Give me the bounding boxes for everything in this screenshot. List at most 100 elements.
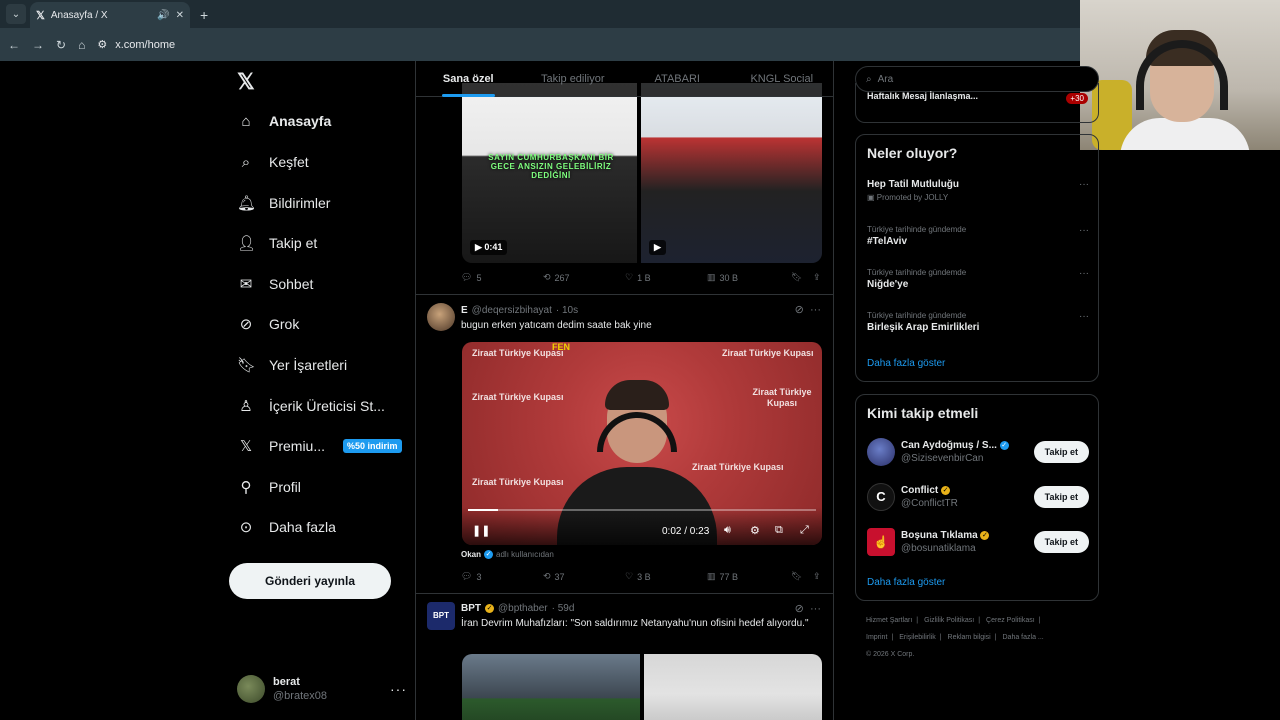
tweet1-video-right[interactable]: ▶ [641, 83, 822, 263]
tweet-time[interactable]: · 59d [552, 603, 575, 614]
nav-grok[interactable]: ⊘ Grok [237, 308, 300, 340]
nav-notifications[interactable]: 🔔︎ Bildirimler [237, 187, 330, 219]
nav-follow[interactable]: 👤︎ Takip et [237, 227, 317, 259]
suggestion-name[interactable]: Can Aydoğmuş / S... [901, 440, 997, 451]
tweet1-video-left[interactable]: SAYIN CUMHURBAŞKANI BİR GECE ANSIZIN GEL… [462, 83, 637, 263]
footer-link[interactable]: Çerez Politikası [986, 617, 1035, 624]
tweet-time[interactable]: · 10s [556, 305, 578, 316]
tweet2-menu[interactable]: ⊘ ··· [795, 303, 821, 316]
tweet-author-handle[interactable]: @bpthaber [498, 603, 548, 614]
suggestion-name[interactable]: Conflict [901, 485, 938, 496]
follow-suggestion[interactable]: C Conflict ✓ @ConflictTR Takip et [867, 481, 1089, 513]
fullscreen-icon[interactable]: ⤢ [800, 524, 809, 537]
nav-creator-studio[interactable]: ♙ İçerik Üreticisi St... [237, 390, 385, 422]
nav-explore[interactable]: ⌕ Keşfet [237, 146, 309, 178]
suggestion-handle[interactable]: @ConflictTR [901, 497, 1028, 510]
follow-button[interactable]: Takip et [1033, 531, 1089, 553]
grok-icon[interactable]: ⊘ [795, 603, 804, 615]
like-button[interactable]: ♡ 3 B [625, 571, 707, 582]
nav-more[interactable]: ⊙ Daha fazla [237, 511, 336, 543]
follow-suggestion[interactable]: ☝ Boşuna Tıklama ✓ @bosunatiklama Takip … [867, 526, 1089, 558]
url-field[interactable]: ⚙ x.com/home [97, 38, 175, 52]
suggestion-handle[interactable]: @bosunatiklama [901, 542, 1028, 555]
repost-button[interactable]: ⟲ 37 [543, 571, 625, 582]
footer-link[interactable]: Daha fazla ... [1003, 634, 1044, 641]
attribution-name[interactable]: Okan [461, 550, 481, 559]
home-browser-icon[interactable]: ⌂ [78, 38, 85, 52]
tweet-author-name[interactable]: E [461, 305, 468, 316]
more-dots-icon[interactable]: ··· [1079, 311, 1089, 322]
reload-icon[interactable]: ↻ [56, 38, 66, 52]
forward-icon[interactable]: → [32, 38, 44, 52]
more-dots-icon[interactable]: ··· [810, 603, 821, 615]
tweet3-image-right[interactable] [644, 654, 822, 720]
tweet-author-handle[interactable]: @deqersizbihayat [472, 305, 552, 316]
tab-atabari[interactable]: ATABARI [625, 61, 730, 97]
suggestion-name[interactable]: Boşuna Tıklama [901, 530, 978, 541]
back-icon[interactable]: ← [8, 38, 20, 52]
follow-button[interactable]: Takip et [1033, 441, 1089, 463]
avatar[interactable] [427, 303, 455, 331]
close-tab-icon[interactable]: ✕ [176, 10, 184, 21]
footer-link[interactable]: Imprint [866, 634, 887, 641]
more-dots-icon[interactable]: ··· [1079, 268, 1089, 279]
views-button[interactable]: ▥ 77 B [707, 571, 791, 582]
pause-icon[interactable]: ❚❚ [472, 524, 490, 537]
trend-item[interactable]: Türkiye tarihinde gündemde Birleşik Arap… [867, 311, 1089, 333]
more-dots-icon[interactable]: ··· [390, 681, 407, 697]
avatar[interactable] [867, 438, 895, 466]
reply-button[interactable]: 💬︎ 3 [461, 571, 543, 582]
trends-show-more-link[interactable]: Daha fazla göster [867, 358, 945, 369]
avatar[interactable]: BPT [427, 602, 455, 630]
avatar[interactable]: ☝ [867, 528, 895, 556]
tweet2-video-player[interactable]: Ziraat Türkiye Kupası FEN Ziraat Türkiye… [462, 342, 822, 545]
post-button[interactable]: Gönderi yayınla [229, 563, 391, 599]
site-info-icon[interactable]: ⚙ [97, 38, 107, 51]
share-button[interactable]: ⇪ [813, 571, 821, 582]
nav-home[interactable]: ⌂ Anasayfa [237, 105, 331, 137]
follow-button[interactable]: Takip et [1033, 486, 1089, 508]
nav-bookmarks[interactable]: 🔖︎ Yer İşaretleri [237, 349, 347, 381]
account-switcher[interactable]: berat @bratex08 ··· [237, 673, 407, 705]
settings-icon[interactable]: ⚙ [750, 524, 760, 537]
new-tab-icon[interactable]: + [200, 7, 208, 23]
tweet3-image-left[interactable] [462, 654, 640, 720]
tab-kngl-social[interactable]: KNGL Social [730, 61, 834, 97]
footer-link[interactable]: Erişilebilirlik [899, 634, 936, 641]
nav-chat[interactable]: ✉ Sohbet [237, 268, 314, 300]
volume-icon[interactable]: 🔊︎ [724, 524, 731, 537]
reply-button[interactable]: 💬︎ 5 [461, 272, 543, 283]
who-show-more-link[interactable]: Daha fazla göster [867, 577, 945, 588]
trend-item[interactable]: Hep Tatil Mutluluğu ▣ Promoted by JOLLY … [867, 179, 1089, 202]
tab-following[interactable]: Takip ediliyor [521, 61, 626, 97]
browser-tab[interactable]: 𝕏 Anasayfa / X 🔊 ✕ [30, 2, 190, 28]
pip-icon[interactable]: ⧉ [775, 524, 783, 537]
bookmark-button[interactable]: 🔖︎ [791, 571, 813, 582]
repost-button[interactable]: ⟲ 267 [543, 272, 625, 283]
more-dots-icon[interactable]: ··· [1079, 179, 1089, 190]
url-text[interactable]: x.com/home [115, 39, 175, 51]
views-button[interactable]: ▥ 30 B [707, 272, 791, 283]
more-dots-icon[interactable]: ··· [810, 304, 821, 316]
video-progress-bar[interactable] [468, 509, 816, 511]
footer-link[interactable]: Reklam bilgisi [948, 634, 991, 641]
bookmark-button[interactable]: 🔖︎ [791, 272, 813, 283]
nav-premium[interactable]: 𝕏 Premiu... %50 indirim [237, 430, 402, 462]
tweet3-menu[interactable]: ⊘ ··· [795, 602, 821, 615]
tab-search-button[interactable]: ⌄ [6, 4, 26, 24]
tweet-author-name[interactable]: BPT [461, 603, 481, 614]
nav-profile[interactable]: ⚲ Profil [237, 471, 301, 503]
speaker-icon[interactable]: 🔊 [157, 10, 169, 21]
footer-link[interactable]: Gizlilik Politikası [924, 617, 974, 624]
suggestion-handle[interactable]: @SizisevenbirCan [901, 452, 1028, 465]
share-button[interactable]: ⇪ [813, 272, 821, 283]
tab-for-you[interactable]: Sana özel [416, 61, 521, 97]
footer-link[interactable]: Hizmet Şartları [866, 617, 912, 624]
like-button[interactable]: ♡ 1 B [625, 272, 707, 283]
trend-item[interactable]: Türkiye tarihinde gündemde Niğde'ye ··· [867, 268, 1089, 290]
avatar[interactable]: C [867, 483, 895, 511]
more-dots-icon[interactable]: ··· [1079, 225, 1089, 236]
trend-item[interactable]: Türkiye tarihinde gündemde #TelAviv ··· [867, 225, 1089, 247]
x-logo-icon[interactable]: 𝕏 [237, 69, 255, 95]
grok-icon[interactable]: ⊘ [795, 304, 804, 316]
